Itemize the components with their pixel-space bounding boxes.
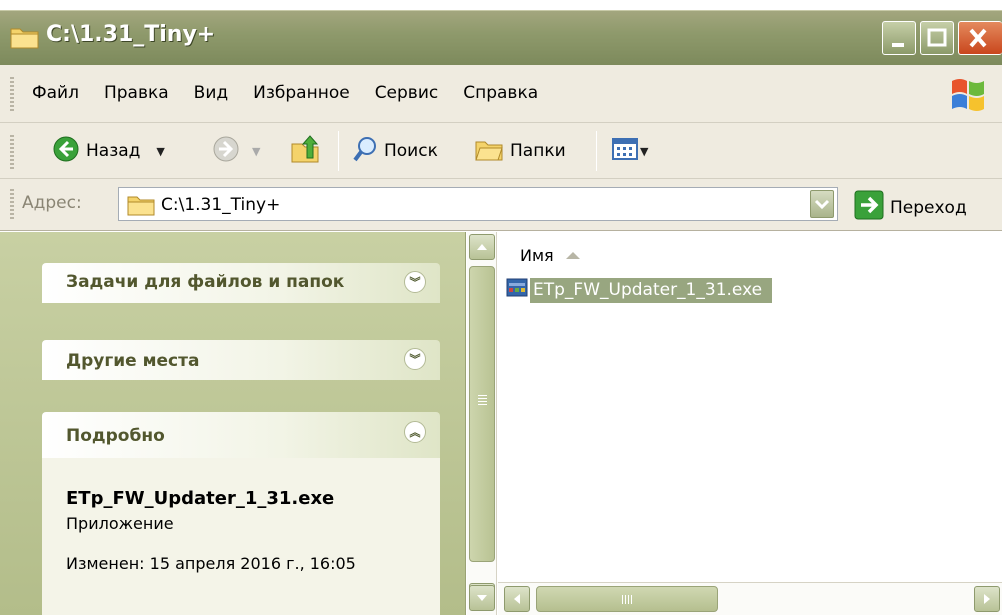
details-file-type: Приложение bbox=[66, 514, 174, 533]
folder-icon bbox=[10, 25, 40, 49]
file-tasks-panel-header[interactable]: Задачи для файлов и папок ︾ bbox=[42, 263, 440, 303]
folders-button[interactable]: Папки bbox=[474, 135, 566, 167]
menu-view[interactable]: Вид bbox=[182, 83, 241, 103]
address-label: Адрес: bbox=[22, 193, 82, 213]
views-icon bbox=[612, 136, 638, 167]
search-button[interactable]: Поиск bbox=[352, 135, 438, 167]
scroll-up-button[interactable] bbox=[469, 234, 495, 260]
forward-dropdown-icon[interactable]: ▼ bbox=[252, 145, 260, 158]
vertical-scrollbar[interactable] bbox=[467, 232, 497, 615]
menu-bar: Файл Правка Вид Избранное Сервис Справка bbox=[0, 65, 1002, 123]
back-dropdown-icon[interactable]: ▼ bbox=[156, 145, 164, 158]
column-header-name-label: Имя bbox=[520, 246, 554, 265]
details-panel-header[interactable]: Подробно ︽ bbox=[42, 412, 440, 458]
forward-button[interactable]: ▼ bbox=[212, 135, 260, 167]
window-title: C:\1.31_Tiny+ bbox=[46, 22, 216, 47]
horizontal-scroll-thumb[interactable] bbox=[536, 586, 718, 612]
address-value: C:\1.31_Tiny+ bbox=[161, 195, 281, 215]
up-folder-button[interactable] bbox=[290, 134, 320, 169]
menu-tools[interactable]: Сервис bbox=[363, 83, 452, 103]
back-arrow-icon bbox=[52, 135, 80, 168]
column-header-name[interactable]: Имя bbox=[520, 246, 580, 265]
details-title: Подробно bbox=[66, 426, 165, 446]
windows-logo-icon bbox=[948, 75, 988, 113]
scroll-left-button[interactable] bbox=[504, 586, 530, 612]
scroll-down-corner-button[interactable] bbox=[469, 585, 495, 611]
maximize-button[interactable] bbox=[920, 21, 954, 55]
file-name[interactable]: ETp_FW_Updater_1_31.exe bbox=[530, 277, 773, 303]
folder-icon bbox=[127, 194, 155, 220]
toolbar-separator bbox=[338, 131, 339, 171]
title-bar[interactable]: C:\1.31_Tiny+ bbox=[0, 10, 1002, 65]
expand-chevron-icon[interactable]: ︾ bbox=[404, 271, 426, 293]
addressbar-grip[interactable] bbox=[10, 189, 14, 221]
back-label: Назад bbox=[86, 141, 141, 161]
toolbar-separator bbox=[596, 131, 597, 171]
scroll-right-button[interactable] bbox=[974, 586, 1000, 612]
toolbar-grip[interactable] bbox=[10, 135, 14, 169]
details-panel-body: ETp_FW_Updater_1_31.exe Приложение Измен… bbox=[42, 458, 440, 615]
go-label: Переход bbox=[890, 197, 967, 218]
go-arrow-icon bbox=[854, 190, 884, 225]
folders-label: Папки bbox=[510, 141, 566, 161]
vertical-scroll-thumb[interactable] bbox=[469, 266, 495, 562]
menu-edit[interactable]: Правка bbox=[92, 83, 182, 103]
go-button[interactable]: Переход bbox=[854, 190, 967, 225]
menu-file[interactable]: Файл bbox=[32, 83, 92, 103]
menubar-grip[interactable] bbox=[10, 77, 14, 111]
horizontal-scrollbar[interactable] bbox=[498, 582, 1002, 615]
standard-toolbar: Назад ▼ ▼ Поиск Папки ▼ bbox=[0, 123, 1002, 179]
minimize-button[interactable] bbox=[882, 21, 916, 55]
other-places-title: Другие места bbox=[66, 351, 200, 371]
search-icon bbox=[352, 135, 378, 168]
up-folder-icon bbox=[290, 134, 320, 169]
file-tasks-title: Задачи для файлов и папок bbox=[66, 272, 345, 292]
forward-arrow-icon bbox=[212, 135, 240, 168]
search-label: Поиск bbox=[384, 141, 438, 161]
back-button[interactable]: Назад ▼ bbox=[52, 135, 165, 167]
details-modified: Изменен: 15 апреля 2016 г., 16:05 bbox=[66, 554, 356, 573]
application-exe-icon bbox=[506, 277, 530, 303]
file-row[interactable]: ETp_FW_Updater_1_31.exe bbox=[506, 276, 773, 304]
close-button[interactable] bbox=[958, 21, 1002, 55]
address-dropdown-button[interactable] bbox=[810, 190, 834, 218]
other-places-panel-header[interactable]: Другие места ︾ bbox=[42, 340, 440, 380]
views-button[interactable]: ▼ bbox=[612, 135, 648, 167]
address-input[interactable]: C:\1.31_Tiny+ bbox=[118, 187, 838, 221]
expand-chevron-icon[interactable]: ︾ bbox=[404, 348, 426, 370]
address-bar: Адрес: C:\1.31_Tiny+ Переход bbox=[0, 179, 1002, 231]
collapse-chevron-icon[interactable]: ︽ bbox=[404, 421, 426, 443]
menu-favorites[interactable]: Избранное bbox=[241, 83, 363, 103]
details-file-name: ETp_FW_Updater_1_31.exe bbox=[66, 488, 335, 509]
file-list[interactable]: Имя ETp_FW_Updater_1_31.exe bbox=[498, 232, 1002, 582]
menu-help[interactable]: Справка bbox=[451, 83, 551, 103]
sort-ascending-icon bbox=[565, 252, 580, 259]
folders-icon bbox=[474, 136, 504, 167]
views-dropdown-icon[interactable]: ▼ bbox=[640, 145, 648, 158]
